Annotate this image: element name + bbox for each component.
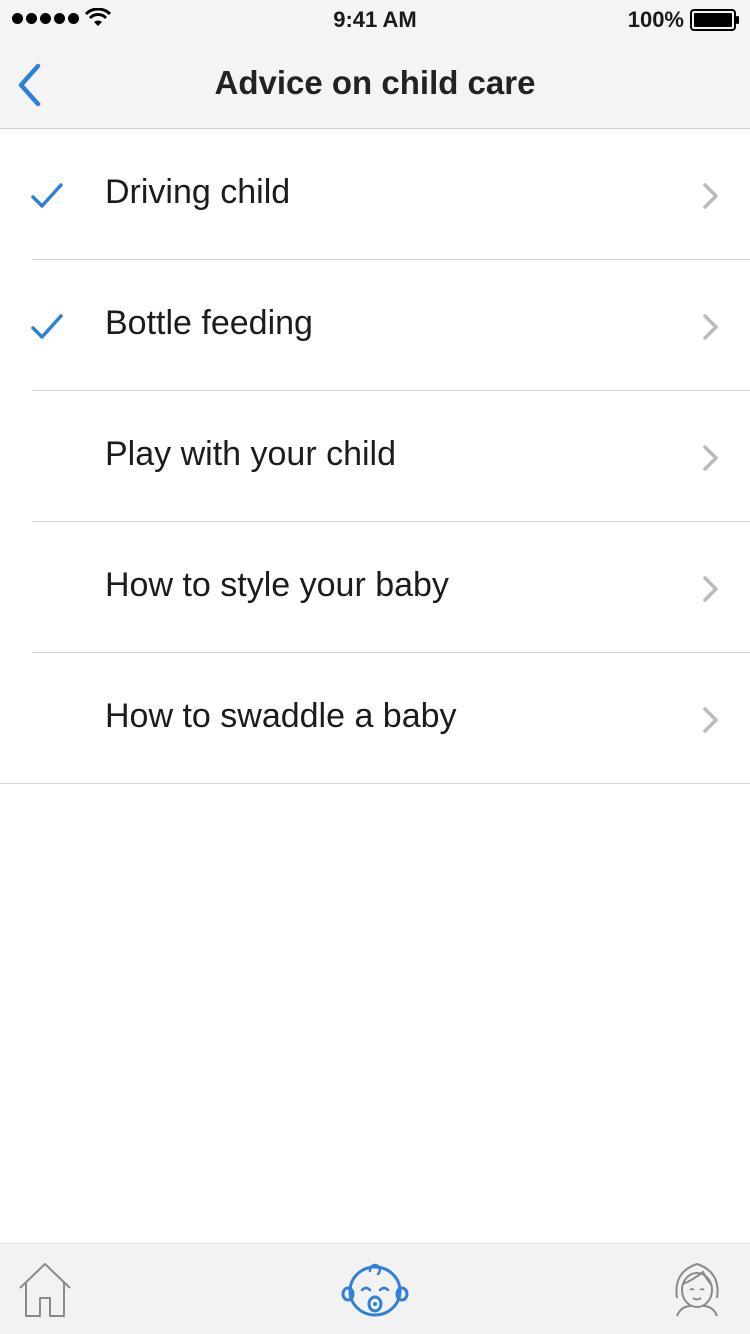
chevron-right-icon	[703, 445, 718, 471]
baby-face-icon	[341, 1263, 409, 1317]
chevron-right-icon	[703, 314, 718, 340]
chevron-right-icon	[703, 576, 718, 602]
status-bar: 9:41 AM 100%	[0, 0, 750, 40]
advice-list: Driving child Bottle feeding Play with y…	[0, 129, 750, 784]
list-item[interactable]: How to swaddle a baby	[0, 653, 750, 784]
tab-mother[interactable]	[662, 1256, 732, 1322]
list-item-label: How to swaddle a baby	[105, 697, 457, 735]
battery-icon	[690, 9, 739, 31]
tab-bar	[0, 1243, 750, 1334]
list-item[interactable]: Bottle feeding	[0, 260, 750, 391]
divider	[0, 783, 750, 784]
battery-percent: 100%	[627, 7, 684, 32]
checkmark-icon	[31, 314, 63, 339]
tab-home[interactable]	[10, 1256, 80, 1322]
chevron-right-icon	[703, 707, 718, 733]
status-right: 100%	[628, 7, 740, 33]
list-item-label: Play with your child	[105, 435, 397, 473]
tab-baby[interactable]	[340, 1256, 410, 1322]
list-item-label: How to style your baby	[105, 566, 449, 604]
checkmark-icon	[31, 183, 63, 208]
list-item-label: Bottle feeding	[105, 304, 313, 342]
list-item[interactable]: Play with your child	[0, 391, 750, 522]
list-item[interactable]: Driving child	[0, 129, 750, 260]
page-title: Advice on child care	[214, 64, 536, 101]
list-item-label: Driving child	[105, 173, 291, 211]
chevron-right-icon	[703, 183, 718, 209]
navigation-bar: Advice on child care	[0, 40, 750, 129]
mother-face-icon	[675, 1262, 719, 1317]
list-item[interactable]: How to style your baby	[0, 522, 750, 653]
home-icon	[19, 1263, 71, 1317]
